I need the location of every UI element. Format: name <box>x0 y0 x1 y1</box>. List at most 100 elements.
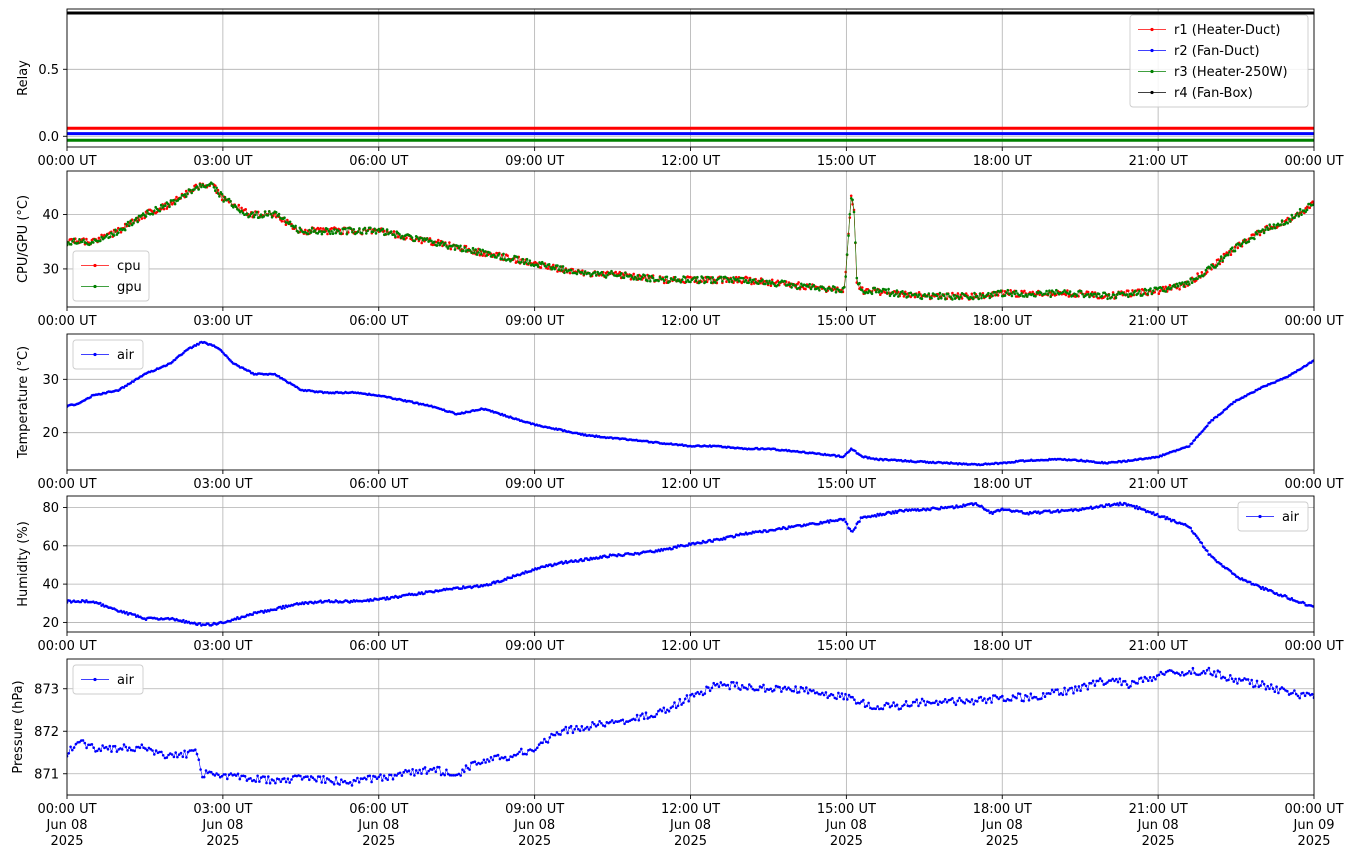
x-tick-label: 00:00 UT <box>37 477 96 492</box>
data-point <box>326 232 329 236</box>
data-point <box>1269 683 1273 686</box>
data-point <box>739 688 742 691</box>
data-point <box>138 746 142 750</box>
data-point <box>1255 679 1259 683</box>
data-point <box>874 707 878 711</box>
data-point <box>1178 288 1181 291</box>
data-point <box>308 228 311 232</box>
data-point <box>922 699 926 703</box>
data-point <box>480 253 483 256</box>
data-point <box>1290 213 1294 217</box>
y-axis-label: Relay <box>16 60 31 96</box>
data-point <box>333 228 336 231</box>
data-point <box>760 686 764 689</box>
data-point <box>331 232 335 235</box>
data-point <box>407 769 411 772</box>
data-point <box>606 273 609 277</box>
data-point <box>744 278 748 282</box>
data-point <box>563 271 566 275</box>
data-point <box>432 240 436 244</box>
data-point <box>598 720 601 723</box>
data-point <box>1010 294 1014 298</box>
data-point <box>844 275 847 278</box>
legend: air <box>72 339 144 370</box>
data-point <box>320 232 324 236</box>
x-tick-label: 09:00 UT <box>505 314 564 329</box>
data-point <box>487 760 491 763</box>
data-point <box>1149 287 1152 290</box>
data-point <box>1074 685 1077 688</box>
data-point <box>473 760 477 763</box>
data-point <box>919 701 922 705</box>
data-point <box>1202 669 1205 673</box>
data-point <box>445 768 448 772</box>
data-point <box>789 282 792 286</box>
data-point <box>114 228 117 232</box>
data-point <box>622 276 626 280</box>
data-point <box>830 289 834 292</box>
data-point <box>377 775 381 779</box>
x-year-label: 2025 <box>206 834 239 849</box>
data-point <box>885 292 889 295</box>
data-point <box>110 750 113 753</box>
data-point <box>1063 686 1066 690</box>
data-point <box>874 515 878 518</box>
data-point <box>683 697 687 701</box>
data-point <box>1148 676 1152 679</box>
data-point <box>691 692 694 696</box>
data-point <box>583 270 587 273</box>
data-point <box>400 774 404 777</box>
data-point <box>954 703 958 707</box>
data-point <box>146 209 149 212</box>
data-point <box>674 706 678 710</box>
data-point <box>623 722 626 726</box>
data-point <box>1226 253 1230 257</box>
data-point <box>870 292 874 296</box>
data-point <box>392 230 396 233</box>
data-point <box>1075 689 1079 692</box>
data-point <box>90 743 94 746</box>
data-point <box>979 695 983 699</box>
data-point <box>726 278 730 281</box>
data-point <box>728 280 731 284</box>
data-point <box>464 764 468 767</box>
data-point <box>1129 685 1132 688</box>
legend-marker <box>1150 69 1154 74</box>
data-point <box>473 251 476 255</box>
data-point <box>917 293 921 296</box>
legend-label: r4 (Fan-Box) <box>1174 86 1253 101</box>
data-point <box>1179 674 1182 677</box>
data-point <box>971 297 975 301</box>
data-point <box>511 257 515 261</box>
legend-label: air <box>1282 510 1300 525</box>
data-point <box>639 277 642 281</box>
data-point <box>471 246 475 250</box>
data-point <box>1029 692 1033 695</box>
data-point <box>1141 680 1145 683</box>
data-point <box>1250 678 1253 682</box>
data-point <box>1147 679 1150 682</box>
data-point <box>952 294 956 297</box>
data-point <box>854 241 857 244</box>
data-point <box>398 233 401 236</box>
data-point <box>1247 240 1251 243</box>
data-point <box>272 779 275 782</box>
data-point <box>852 210 856 214</box>
data-point <box>534 748 537 752</box>
data-point <box>463 246 467 249</box>
data-point <box>803 689 806 693</box>
data-point <box>570 268 573 272</box>
data-point <box>624 271 627 275</box>
data-point <box>1223 676 1227 680</box>
data-point <box>837 691 840 695</box>
data-point <box>1134 289 1137 293</box>
x-tick-label: 06:00 UT <box>349 314 408 329</box>
data-point <box>425 772 429 775</box>
data-point <box>942 700 945 703</box>
data-point <box>703 692 707 695</box>
data-point <box>410 236 414 239</box>
legend-marker <box>93 352 97 357</box>
data-point <box>265 781 268 785</box>
x-date-label: Jun 09 <box>1293 818 1335 833</box>
data-point <box>1204 672 1207 675</box>
